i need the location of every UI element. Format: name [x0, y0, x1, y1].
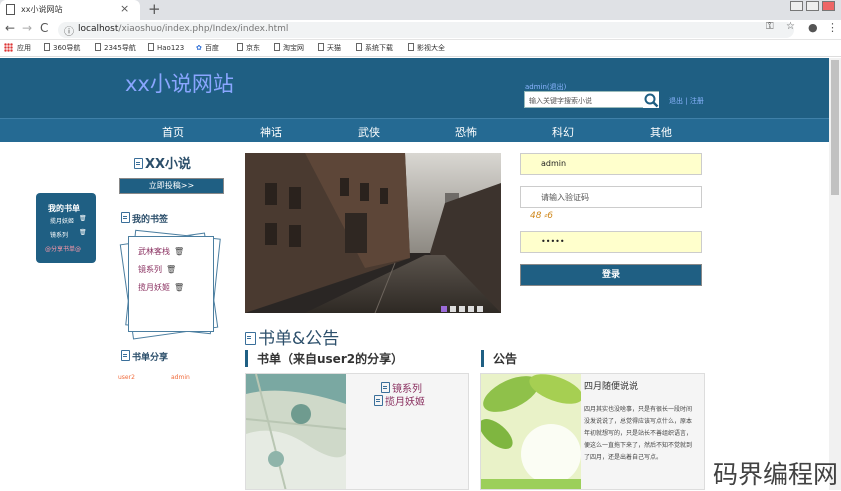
- trash-icon[interactable]: 🗑: [79, 229, 87, 236]
- search-icon[interactable]: [643, 92, 659, 108]
- info-icon[interactable]: ⓘ: [64, 23, 74, 38]
- carousel-dot[interactable]: [441, 306, 447, 312]
- notice-post-title[interactable]: 四月随便说说: [584, 379, 638, 392]
- back-button[interactable]: ←: [5, 21, 15, 35]
- trash-icon[interactable]: 🗑: [174, 283, 184, 292]
- bookmark-entry[interactable]: 镜系列 🗑: [138, 264, 176, 275]
- url-input[interactable]: ⓘ localhost/xiaoshuo/index.php/Index/ind…: [58, 22, 794, 38]
- sidebar-site-title: XX小说: [134, 153, 191, 172]
- bookmarks-heading: 我的书签: [121, 212, 168, 225]
- bookmark-item[interactable]: Hao123: [148, 43, 184, 52]
- street-photo: [245, 153, 501, 313]
- tab-title: xx小说网站: [21, 5, 63, 14]
- account-icon[interactable]: ●: [808, 21, 818, 34]
- notice-post-body: 四月其实也没啥事，只是有很长一段时间没发说说了，总觉得应该写点什么，原本年初就想…: [584, 406, 693, 461]
- bookmark-item[interactable]: 京东: [237, 43, 260, 53]
- browser-tab[interactable]: xx小说网站 ×: [0, 0, 140, 20]
- nav-myth[interactable]: 神话: [260, 124, 282, 140]
- booklist-subheading: 书单（来自user2的分享）: [245, 350, 403, 367]
- search-box[interactable]: 输入关键字搜索小说: [524, 91, 659, 108]
- bookmark-entry[interactable]: 揽月妖姬 🗑: [138, 282, 184, 293]
- page-icon: [6, 4, 15, 15]
- password-field[interactable]: •••••: [520, 231, 702, 253]
- bookmark-item[interactable]: 天猫: [318, 43, 341, 53]
- trash-icon[interactable]: 🗑: [166, 265, 176, 274]
- book-icon: [381, 382, 390, 393]
- share-user-link[interactable]: admin: [171, 374, 190, 381]
- nav-horror[interactable]: 恐怖: [455, 124, 477, 140]
- bookmark-item[interactable]: 影视大全: [408, 43, 445, 53]
- bookmark-entry[interactable]: 武林客栈 🗑: [138, 246, 184, 257]
- username-field[interactable]: admin: [520, 153, 702, 175]
- bookmark-apps[interactable]: 应用: [17, 43, 31, 53]
- booklist-book-link[interactable]: 揽月妖姬: [374, 393, 425, 408]
- notice-card: 四月随便说说 四月其实也没啥事，只是有很长一段时间没发说说了，总觉得应该写点什么…: [480, 373, 705, 490]
- auth-links: 退出 | 注册: [669, 97, 704, 105]
- scrollbar-thumb[interactable]: [831, 60, 839, 195]
- maximize-icon[interactable]: [806, 1, 819, 11]
- captcha-input[interactable]: 请输入验证码: [520, 186, 702, 208]
- new-tab-button[interactable]: +: [148, 0, 161, 18]
- login-button[interactable]: 登录: [520, 264, 702, 286]
- carousel-dot[interactable]: [450, 306, 456, 312]
- address-bar-row: ← → C ⓘ localhost/xiaoshuo/index.php/Ind…: [0, 20, 841, 40]
- bookmark-item[interactable]: 淘宝网: [274, 43, 304, 53]
- nav-scifi[interactable]: 科幻: [552, 124, 574, 140]
- carousel-dot[interactable]: [459, 306, 465, 312]
- carousel-dot[interactable]: [468, 306, 474, 312]
- share-booklist-link[interactable]: @分享书单@: [45, 244, 81, 253]
- bookmark-item[interactable]: 系统下载: [356, 43, 393, 53]
- booklist-notice-heading: 书单&公告: [245, 324, 339, 349]
- nav-other[interactable]: 其他: [650, 124, 672, 140]
- notice-subheading: 公告: [481, 350, 517, 367]
- map-image: [246, 374, 346, 489]
- reload-button[interactable]: C: [40, 21, 48, 35]
- key-icon[interactable]: ⚿: [766, 21, 774, 32]
- logout-link[interactable]: 退出: [669, 97, 683, 105]
- site-logo[interactable]: xx小说网站: [125, 68, 234, 98]
- apps-icon[interactable]: [4, 43, 13, 52]
- captcha-image[interactable]: 48 ⸗6: [530, 210, 553, 221]
- image-carousel[interactable]: [245, 153, 501, 313]
- menu-icon[interactable]: ⋮: [827, 21, 838, 34]
- bookmarks-bar: 应用 360导航 2345导航 Hao123 ✿ 百度 京东 淘宝网 天猫 系统下…: [0, 40, 841, 57]
- trash-icon[interactable]: 🗑: [174, 247, 184, 256]
- carousel-dot[interactable]: [477, 306, 483, 312]
- star-icon[interactable]: ☆: [786, 21, 795, 32]
- leaves-image: [481, 374, 581, 489]
- book-icon: [245, 332, 256, 345]
- book-icon: [121, 350, 130, 361]
- book-icon: [134, 158, 143, 169]
- bookmark-item[interactable]: 2345导航: [95, 43, 136, 53]
- floating-booklist: 我的书单 揽月妖姬 🗑 镜系列 🗑 @分享书单@: [36, 193, 96, 263]
- floating-booklist-title: 我的书单: [48, 204, 80, 213]
- carousel-indicators: [441, 301, 486, 313]
- submit-novel-button[interactable]: 立即投稿>>: [119, 178, 224, 194]
- url-text: localhost/xiaoshuo/index.php/Index/index…: [78, 24, 289, 34]
- bookmark-item[interactable]: 360导航: [44, 43, 80, 53]
- share-user-link[interactable]: user2: [118, 374, 135, 381]
- forward-button[interactable]: →: [22, 21, 32, 35]
- floating-booklist-item[interactable]: 揽月妖姬: [50, 216, 74, 225]
- bookmarks-panel: 武林客栈 🗑 镜系列 🗑 揽月妖姬 🗑: [119, 229, 221, 340]
- register-link[interactable]: 注册: [690, 97, 704, 105]
- watermark: 码界编程网: [713, 460, 839, 489]
- close-window-icon[interactable]: [822, 1, 835, 11]
- search-input[interactable]: 输入关键字搜索小说: [529, 96, 592, 106]
- booklist-card: 镜系列 揽月妖姬: [245, 373, 469, 490]
- nav-wuxia[interactable]: 武侠: [358, 124, 380, 140]
- booklist-share-heading: 书单分享: [121, 350, 168, 363]
- tab-close-icon[interactable]: ×: [120, 2, 129, 15]
- minimize-icon[interactable]: [790, 1, 803, 11]
- book-icon: [121, 212, 130, 223]
- book-icon: [374, 395, 383, 406]
- nav-home[interactable]: 首页: [162, 124, 184, 140]
- trash-icon[interactable]: 🗑: [79, 215, 87, 222]
- bookmark-item[interactable]: ✿ 百度: [196, 43, 219, 53]
- browser-tab-bar: xx小说网站 × +: [0, 0, 841, 20]
- floating-booklist-item[interactable]: 镜系列: [50, 230, 68, 239]
- main-nav: 首页 神话 武侠 恐怖 科幻 其他: [0, 118, 829, 142]
